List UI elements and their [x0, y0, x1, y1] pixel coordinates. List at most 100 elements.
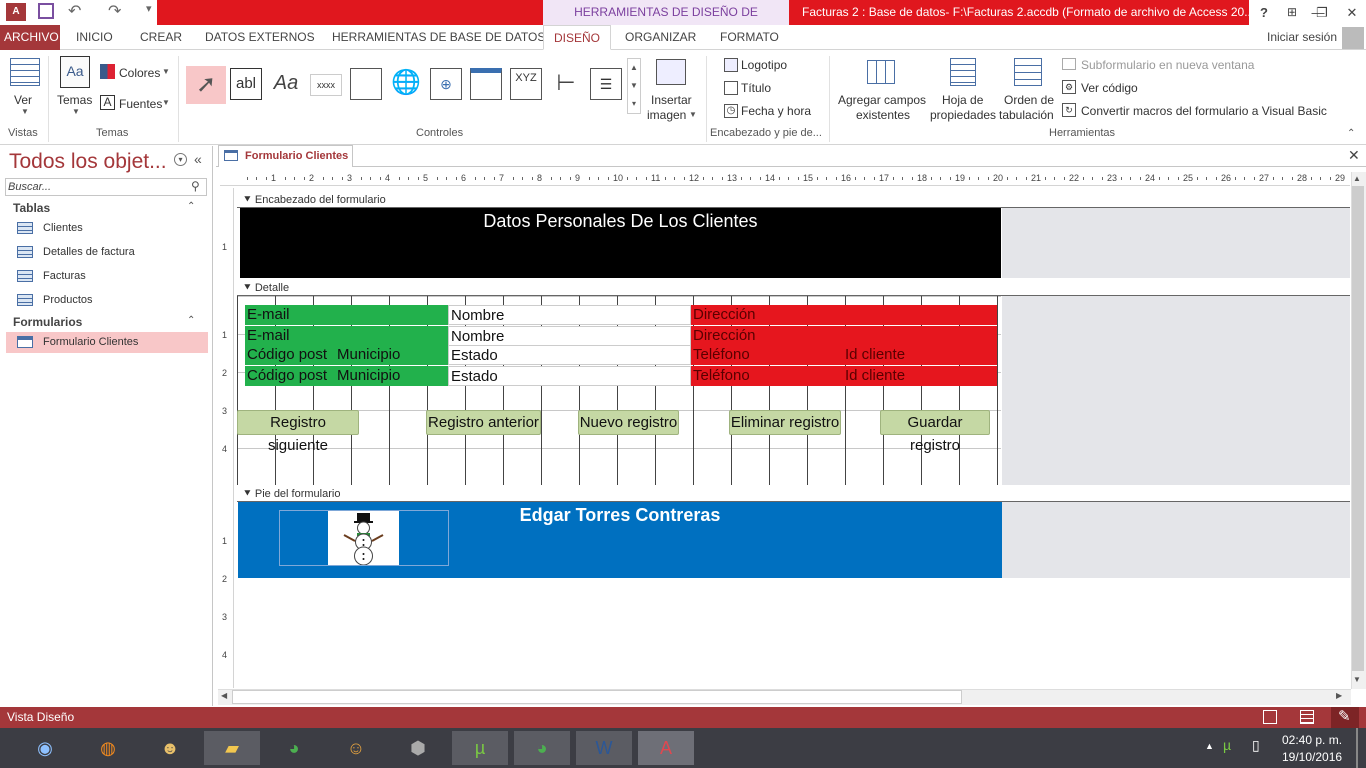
chevron-down-icon[interactable]: ▼ [689, 110, 697, 119]
undo-icon[interactable]: ↶ [68, 1, 81, 21]
nav-pane-title[interactable]: Todos los objet... [9, 150, 167, 174]
device-icon[interactable]: ▯ [1252, 737, 1260, 754]
convert-macros-button[interactable]: Convertir macros del formulario a Visual… [1081, 103, 1327, 119]
sign-in-link[interactable]: Iniciar sesión [1263, 25, 1341, 50]
chrome-icon[interactable]: ◕ [271, 731, 317, 765]
logo-icon[interactable] [724, 58, 738, 72]
date-time-button[interactable]: Fecha y hora [741, 103, 811, 119]
app-icon[interactable]: ☻ [147, 731, 193, 765]
codigo-postal-label[interactable]: Código post [245, 345, 335, 365]
email-label[interactable]: E-mail [245, 305, 448, 325]
cortana-icon[interactable]: ◉ [22, 731, 68, 765]
telefono-label[interactable]: Teléfono [691, 345, 843, 365]
chrome-icon[interactable]: ◕ [514, 731, 570, 765]
title-button[interactable]: Título [741, 80, 771, 96]
scroll-down-icon[interactable]: ▼ [1353, 675, 1361, 684]
property-sheet-label-2[interactable]: propiedades [930, 107, 996, 123]
fonts-icon[interactable]: A [100, 95, 115, 110]
utorrent-tray-icon[interactable]: µ [1223, 737, 1231, 753]
codigo-postal-field[interactable]: Código post [245, 366, 335, 386]
nombre-label[interactable]: Nombre [448, 305, 691, 325]
navigation-control-icon[interactable] [470, 68, 502, 100]
view-code-icon[interactable]: ⚙ [1062, 80, 1076, 94]
tab-herramientas-bd[interactable]: HERRAMIENTAS DE BASE DE DATOS [328, 25, 549, 50]
nox-icon[interactable]: ⬢ [395, 731, 441, 765]
ribbon-display-icon[interactable]: ⊞ [1278, 0, 1306, 25]
nav-item-facturas[interactable]: Facturas [43, 270, 86, 282]
button-control-icon[interactable]: xxxx [310, 74, 342, 96]
id-cliente-field[interactable]: Id cliente [843, 366, 997, 386]
app-icon[interactable]: ☺ [333, 731, 379, 765]
controls-gallery-scroll[interactable]: ▲ ▼ ▾ [627, 58, 641, 114]
property-sheet-label-1[interactable]: Hoja de [942, 92, 983, 108]
access-icon[interactable]: A [638, 731, 694, 765]
tab-diseno[interactable]: DISEÑO [543, 25, 611, 50]
view-icon[interactable] [10, 58, 40, 86]
nav-item-productos[interactable]: Productos [43, 294, 93, 306]
word-icon[interactable]: W [576, 731, 632, 765]
customize-toolbar-icon[interactable]: ▾ [146, 2, 152, 15]
snowman-image[interactable] [328, 511, 399, 566]
form-view-icon[interactable] [1263, 710, 1277, 724]
direccion-field[interactable]: Dirección [691, 326, 997, 346]
add-existing-fields-label-2[interactable]: existentes [856, 107, 910, 123]
fonts-button[interactable]: Fuentes [119, 96, 162, 112]
chevron-down-icon[interactable]: ▼ [162, 67, 170, 76]
title-icon[interactable] [724, 81, 738, 95]
themes-icon[interactable]: Aa [60, 56, 90, 88]
page-break-icon[interactable]: ⊢ [550, 68, 582, 100]
restore-icon[interactable]: ❐ [1310, 0, 1334, 25]
chevron-down-icon[interactable]: ▼ [72, 107, 80, 116]
combo-box-icon[interactable]: ☰ [590, 68, 622, 100]
nav-search-input[interactable]: Buscar... [5, 178, 207, 196]
tab-datos-externos[interactable]: DATOS EXTERNOS [201, 25, 319, 50]
tab-archivo[interactable]: ARCHIVO [0, 25, 60, 50]
nav-dropdown-icon[interactable]: ▾ [174, 153, 187, 166]
nav-item-formulario-clientes[interactable]: Formulario Clientes [43, 336, 138, 348]
tab-organizar[interactable]: ORGANIZAR [621, 25, 700, 50]
save-icon[interactable] [38, 3, 54, 19]
file-explorer-icon[interactable]: ▰ [204, 731, 260, 765]
delete-record-button[interactable]: Eliminar registro [729, 410, 841, 435]
show-desktop-button[interactable] [1356, 728, 1358, 768]
date-time-icon[interactable]: ◷ [724, 104, 738, 118]
redo-icon[interactable]: ↷ [108, 1, 121, 21]
option-group-icon[interactable]: XYZ [510, 68, 542, 100]
scroll-left-icon[interactable]: ◀ [221, 691, 227, 700]
view-button[interactable]: Ver [14, 92, 32, 108]
nav-item-detalles-factura[interactable]: Detalles de factura [43, 246, 135, 258]
email-field[interactable]: E-mail [245, 326, 448, 346]
tab-order-label-1[interactable]: Orden de [1004, 92, 1054, 108]
show-hidden-icons[interactable]: ▲ [1205, 741, 1214, 751]
web-browser-icon[interactable]: ⊕ [430, 68, 462, 100]
save-record-button[interactable]: Guardar registro [880, 410, 990, 454]
close-document-icon[interactable]: ✕ [1348, 147, 1360, 164]
tab-control-icon[interactable] [350, 68, 382, 100]
firefox-icon[interactable]: ◍ [85, 731, 131, 765]
chevron-down-icon[interactable]: ▼ [21, 107, 29, 116]
label-control-icon[interactable]: Aa [270, 68, 302, 100]
tab-formato[interactable]: FORMATO [716, 25, 783, 50]
add-existing-fields-icon[interactable] [867, 60, 895, 84]
select-cursor-icon[interactable]: ➚ [186, 66, 226, 104]
textbox-control-icon[interactable]: abl [230, 68, 262, 100]
insert-image-icon[interactable] [656, 59, 686, 85]
colors-button[interactable]: Colores [119, 65, 160, 81]
collapse-ribbon-icon[interactable]: ⌃ [1347, 128, 1355, 139]
nombre-field[interactable]: Nombre [448, 326, 691, 346]
clock-date[interactable]: 19/10/2016 [1282, 750, 1342, 764]
vertical-scroll-thumb[interactable] [1352, 186, 1364, 671]
tab-inicio[interactable]: INICIO [72, 25, 117, 50]
nav-group-tablas[interactable]: Tablas [13, 201, 50, 215]
colors-icon[interactable] [100, 64, 115, 79]
add-existing-fields-label-1[interactable]: Agregar campos [838, 92, 926, 108]
direccion-label[interactable]: Dirección [691, 305, 997, 325]
telefono-field[interactable]: Teléfono [691, 366, 843, 386]
tab-crear[interactable]: CREAR [136, 25, 186, 50]
insert-image-label-2[interactable]: imagen [647, 107, 686, 123]
chevron-down-icon[interactable]: ▼ [162, 98, 170, 107]
themes-button[interactable]: Temas [57, 92, 92, 108]
close-window-icon[interactable]: ✕ [1338, 0, 1366, 25]
estado-field[interactable]: Estado [448, 366, 691, 386]
hyperlink-icon[interactable]: 🌐 [390, 68, 422, 100]
